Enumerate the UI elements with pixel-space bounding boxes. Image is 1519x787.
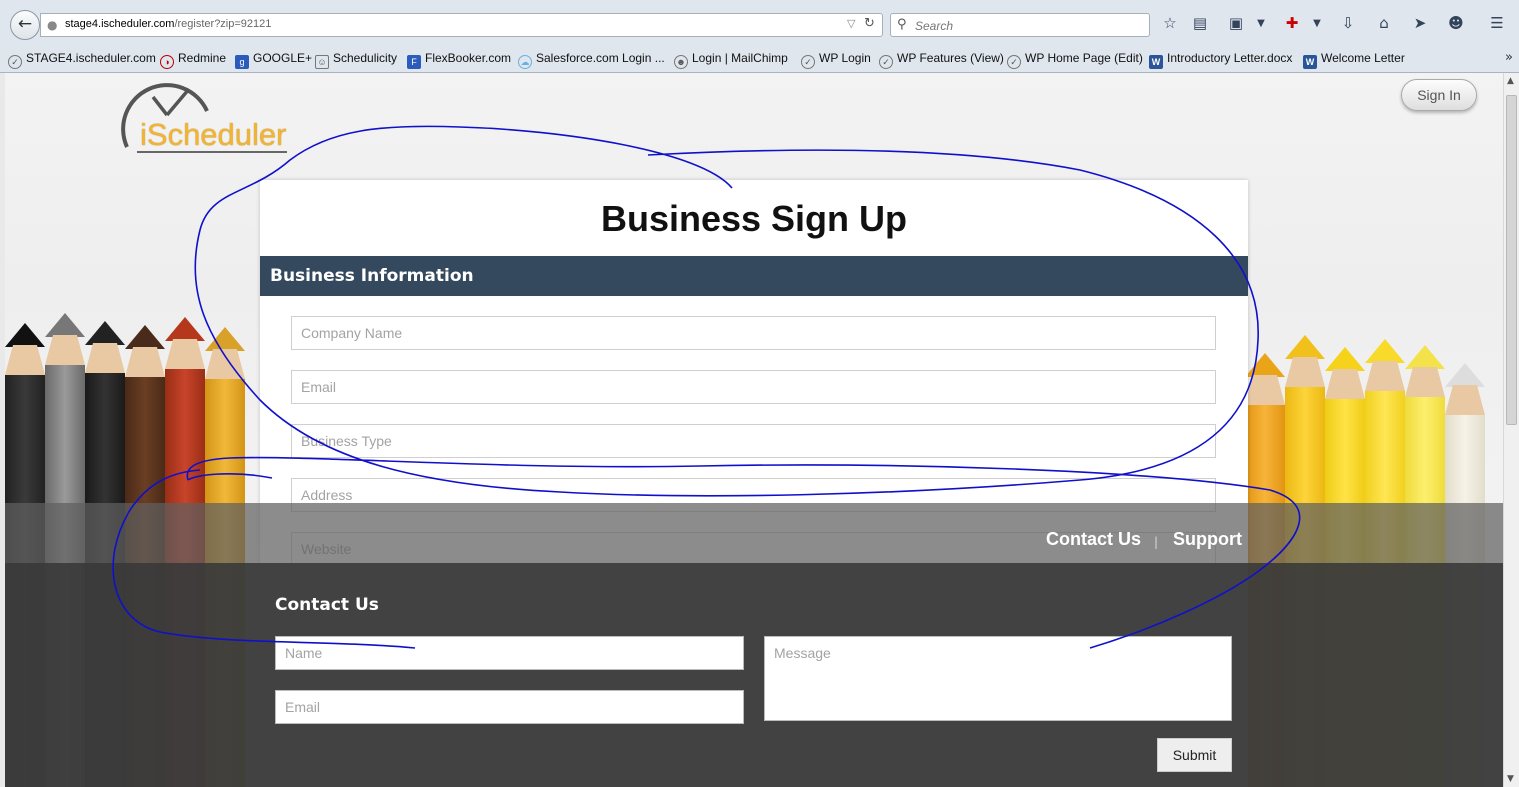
email-input[interactable] (291, 370, 1216, 404)
logo-text: iScheduler (140, 117, 287, 152)
redmine-icon: ◑ (160, 55, 174, 69)
reading-list-icon[interactable]: ▤ (1190, 14, 1210, 32)
menu-icon[interactable]: ☰ (1487, 14, 1507, 32)
footer-links-bar: Contact Us | Support (5, 503, 1503, 563)
globe-icon: ● (47, 18, 58, 32)
bookmark-item[interactable]: g GOOGLE+ (235, 51, 312, 69)
company-name-input[interactable] (291, 316, 1216, 350)
clock-icon: ✓ (8, 55, 22, 69)
clock-icon: ✓ (801, 55, 815, 69)
save-icon[interactable]: ▣ (1226, 14, 1246, 32)
url-bar[interactable]: ● stage4.ischeduler.com/register?zip=921… (40, 13, 883, 37)
bookmark-item[interactable]: ☁ Salesforce.com Login ... (518, 51, 665, 69)
download-icon[interactable]: ⇩ (1338, 14, 1358, 32)
contact-name-input[interactable] (275, 636, 744, 670)
url-text: stage4.ischeduler.com/register?zip=92121 (65, 18, 272, 30)
page-viewport: iScheduler Sign In Business Sign Up Busi… (5, 73, 1503, 787)
page-scrollbar[interactable]: ▲ ▼ (1503, 73, 1519, 787)
business-information-header: Business Information (260, 256, 1248, 296)
search-bar[interactable]: ⚲ Search (890, 13, 1150, 37)
ischeduler-logo[interactable]: iScheduler (115, 75, 295, 159)
addon-dropdown-icon[interactable]: ▼ (1307, 18, 1327, 29)
search-placeholder: Search (915, 19, 954, 33)
mailchimp-icon: ☻ (674, 55, 688, 69)
bookmarks-bar: ✓ STAGE4.ischeduler.com ◑ Redmine g GOOGLE+… (0, 47, 1519, 71)
reload-icon[interactable]: ↻ (864, 16, 875, 31)
bookmark-item[interactable]: ✓ STAGE4.ischeduler.com (8, 51, 156, 69)
bookmark-item[interactable]: ☺ Schedulicity (315, 51, 397, 69)
home-icon[interactable]: ⌂ (1374, 14, 1394, 32)
back-arrow-icon: ← (17, 14, 33, 34)
bookmark-item[interactable]: F FlexBooker.com (407, 51, 511, 69)
emoji-icon[interactable]: ☻ (1446, 14, 1466, 32)
browser-toolbar: ← ● stage4.ischeduler.com/register?zip=9… (0, 6, 1519, 44)
business-type-input[interactable] (291, 424, 1216, 458)
word-doc-icon: W (1303, 55, 1317, 69)
word-doc-icon: W (1149, 55, 1163, 69)
sign-in-button[interactable]: Sign In (1401, 79, 1477, 111)
contact-us-panel: Contact Us Submit (5, 563, 1503, 787)
cloud-icon: ☁ (518, 55, 532, 69)
send-icon[interactable]: ➤ (1410, 14, 1430, 32)
bookmarks-overflow-icon[interactable]: » (1505, 50, 1513, 65)
scroll-up-icon[interactable]: ▲ (1507, 76, 1514, 86)
flexbooker-icon: F (407, 55, 421, 69)
scroll-down-icon[interactable]: ▼ (1507, 774, 1514, 784)
bookmark-item[interactable]: ✓ WP Home Page (Edit) (1007, 51, 1143, 69)
schedulicity-icon: ☺ (315, 55, 329, 69)
bookmark-star-icon[interactable]: ☆ (1160, 14, 1180, 32)
google-plus-icon: g (235, 55, 249, 69)
save-dropdown-icon[interactable]: ▼ (1251, 18, 1271, 29)
back-button[interactable]: ← (10, 10, 40, 40)
bookmark-item[interactable]: W Welcome Letter (1303, 51, 1405, 69)
footer-link-contact-us[interactable]: Contact Us (1046, 529, 1141, 550)
clock-icon: ✓ (879, 55, 893, 69)
bookmark-item[interactable]: ◑ Redmine (160, 51, 226, 69)
bookmark-item[interactable]: ✓ WP Features (View) (879, 51, 1004, 69)
clock-icon: ✓ (1007, 55, 1021, 69)
contact-us-title: Contact Us (275, 595, 379, 615)
bookmark-item[interactable]: W Introductory Letter.docx (1149, 51, 1292, 69)
scroll-thumb[interactable] (1506, 95, 1517, 425)
section-title: Business Information (270, 266, 474, 286)
bookmark-item[interactable]: ✓ WP Login (801, 51, 871, 69)
bookmark-item[interactable]: ☻ Login | MailChimp (674, 51, 788, 69)
contact-email-input[interactable] (275, 690, 744, 724)
footer-separator: | (1154, 535, 1159, 549)
footer-link-support[interactable]: Support (1173, 529, 1242, 550)
browser-chrome: ← ● stage4.ischeduler.com/register?zip=9… (0, 0, 1519, 73)
contact-message-textarea[interactable] (764, 636, 1232, 721)
search-icon: ⚲ (897, 17, 907, 32)
page-title: Business Sign Up (600, 198, 908, 239)
logo-underline (137, 151, 287, 153)
addon-icon[interactable]: ✚ (1282, 14, 1302, 32)
url-dropdown-icon[interactable]: ▽ (847, 17, 855, 30)
contact-submit-button[interactable]: Submit (1157, 738, 1232, 772)
